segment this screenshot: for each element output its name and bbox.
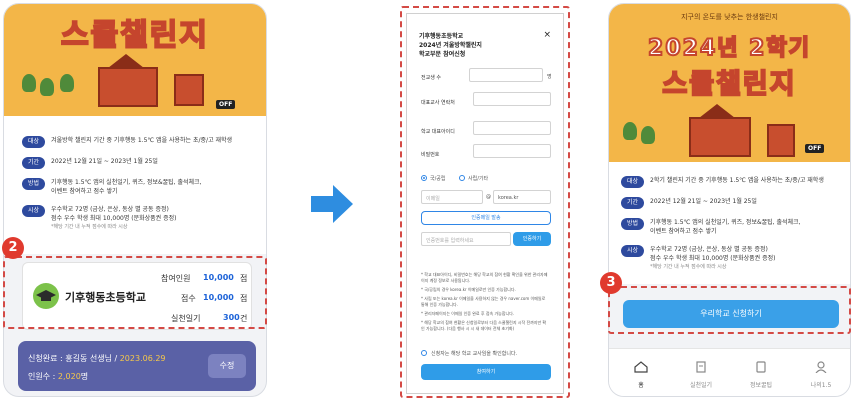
application-complete-box: 신청완료 : 홍길동 선생님 / 2023.06.29 인원수 : 2,020명… <box>18 341 256 391</box>
count-value: 2,020 <box>57 372 81 381</box>
off-label: OFF <box>216 100 236 109</box>
phone-screen-right: 지구의 온도를 낮추는 한생챌린지 2024년 2학기 스쿨챌린지 OFF 대상… <box>608 3 851 397</box>
highlight-apply-button <box>608 286 851 334</box>
info-line: 기후행동 1.5℃ 앱의 실천일기, 퀴즈, 정보&꿀팁, 출석체크, <box>51 179 202 186</box>
info-line: 점수 우수 학생 최대 10,000명 (문화상품권 증정) <box>51 215 177 222</box>
tag-method: 방법 <box>621 218 645 230</box>
info-row-period: 기간 2022년 12월 21일 ~ 2023년 1월 25일 <box>621 197 846 209</box>
tag-target: 대상 <box>621 176 645 188</box>
school-building-illustration <box>689 117 751 157</box>
info-note: *해당 기간 내 누적 점수에 따라 시상 <box>51 224 128 230</box>
banner-year: 2024년 2학기 <box>647 35 811 62</box>
tree-illustration <box>60 74 74 92</box>
diary-icon <box>696 361 706 373</box>
info-row-method: 방법 기후행동 1.5℃ 앱의 실천일기, 퀴즈, 정보&꿀팁, 출석체크, 이… <box>22 178 258 196</box>
challenge-banner: 스쿨챌린지 OFF <box>4 4 266 116</box>
step-badge-3: 3 <box>600 272 622 294</box>
member-count: 인원수 : 2,020명 <box>28 371 88 382</box>
info-text: 2022년 12월 21일 ~ 2023년 1월 25일 <box>650 198 757 205</box>
bottom-tab-bar: 홈 실천일기 정보꿀팁 나의1.5 <box>609 348 850 396</box>
challenge-info: 대상 2학기 챌린지 기간 중 기후행동 1.5℃ 앱을 사용하는 초/중/고 … <box>609 162 850 284</box>
tab-label: 실천일기 <box>689 382 713 389</box>
tree-illustration <box>641 126 655 144</box>
step-badge-2: 2 <box>2 237 24 259</box>
tab-home[interactable]: 홈 <box>611 349 671 389</box>
count-label: 인원수 : <box>28 372 56 381</box>
applicant-info: 신청완료 : 홍길동 선생님 / 2023.06.29 <box>28 353 166 364</box>
school-building-illustration <box>174 74 204 106</box>
info-row-award: 시상 우수학교 72명 (금상, 은상, 동상 별 공동 증정) 점수 우수 학… <box>621 245 846 272</box>
banner-subtitle: 지구의 온도를 낮추는 한생챌린지 <box>681 13 778 21</box>
tree-illustration <box>40 78 54 96</box>
info-text: 우수학교 72명 (금상, 은상, 동상 별 공동 증정) 점수 우수 학생 최… <box>650 245 775 272</box>
info-text: 기후행동 1.5℃ 앱의 실천일기, 퀴즈, 정보&꿀팁, 출석체크, 이벤트 … <box>51 178 201 196</box>
edit-button[interactable]: 수정 <box>208 354 246 378</box>
applicant-prefix: 신청완료 : 홍길동 선생님 / <box>28 354 118 363</box>
info-line: 점수 우수 학생 최대 10,000명 (문화상품권 증정) <box>650 255 776 262</box>
tab-label: 정보꿀팁 <box>749 382 773 389</box>
tag-period: 기간 <box>621 197 645 209</box>
person-icon <box>815 361 827 374</box>
info-line: 기후행동 1.5℃ 앱의 실천일기, 퀴즈, 정보&꿀팁, 출석체크, <box>650 219 801 226</box>
tab-label: 나의1.5 <box>810 382 832 389</box>
banner-title: 스쿨챌린지 <box>661 68 797 101</box>
info-line: 우수학교 72명 (금상, 은상, 동상 별 공동 증정) <box>650 246 768 253</box>
tab-diary[interactable]: 실천일기 <box>671 349 731 389</box>
count-unit: 명 <box>80 372 89 381</box>
phone-screen-left: 스쿨챌린지 OFF 대상 겨울방학 챌린지 기간 중 기후행동 1.5℃ 앱을 … <box>3 3 267 397</box>
off-label: OFF <box>805 144 825 153</box>
info-text: 겨울방학 챌린지 기간 중 기후행동 1.5℃ 앱을 사용하는 초/중/고 재학… <box>51 137 233 144</box>
info-text: 우수학교 72명 (금상, 은상, 동상 별 공동 증정) 점수 우수 학생 최… <box>51 205 176 232</box>
info-text: 기후행동 1.5℃ 앱의 실천일기, 퀴즈, 정보&꿀팁, 출석체크, 이벤트 … <box>650 218 800 236</box>
info-line: 우수학교 72명 (금상, 은상, 동상 별 공동 증정) <box>51 206 169 213</box>
school-building-illustration <box>98 67 158 107</box>
info-line: 이벤트 참여하고 점수 쌓기 <box>51 188 118 195</box>
tag-award: 시상 <box>621 245 645 257</box>
school-roof-illustration <box>108 54 144 68</box>
banner-title: 스쿨챌린지 <box>60 17 209 54</box>
info-line: 이벤트 참여하고 점수 쌓기 <box>650 228 717 235</box>
tips-icon <box>756 361 766 373</box>
tag-target: 대상 <box>22 136 46 148</box>
tree-illustration <box>623 122 637 140</box>
home-icon <box>634 361 648 373</box>
school-building-illustration <box>767 124 795 157</box>
info-row-award: 시상 우수학교 72명 (금상, 은상, 동상 별 공동 증정) 점수 우수 학… <box>22 205 258 232</box>
info-row-target: 대상 2학기 챌린지 기간 중 기후행동 1.5℃ 앱을 사용하는 초/중/고 … <box>621 176 846 188</box>
info-note: *해당 기간 내 누적 점수에 따라 시상 <box>650 264 727 270</box>
info-text: 2학기 챌린지 기간 중 기후행동 1.5℃ 앱을 사용하는 초/중/고 재학생 <box>650 177 824 184</box>
info-text: 2022년 12월 21일 ~ 2023년 1월 25일 <box>51 158 158 165</box>
tag-period: 기간 <box>22 157 46 169</box>
info-row-target: 대상 겨울방학 챌린지 기간 중 기후행동 1.5℃ 앱을 사용하는 초/중/고… <box>22 136 258 148</box>
tab-tips[interactable]: 정보꿀팁 <box>731 349 791 389</box>
tree-illustration <box>22 74 36 92</box>
challenge-info: 대상 겨울방학 챌린지 기간 중 기후행동 1.5℃ 앱을 사용하는 초/중/고… <box>4 116 266 254</box>
info-row-method: 방법 기후행동 1.5℃ 앱의 실천일기, 퀴즈, 정보&꿀팁, 출석체크, 이… <box>621 218 846 236</box>
arrow-right-icon <box>311 185 353 223</box>
tab-label: 홈 <box>638 382 644 389</box>
info-row-period: 기간 2022년 12월 21일 ~ 2023년 1월 25일 <box>22 157 258 169</box>
school-roof-illustration <box>699 104 735 118</box>
highlight-modal <box>400 6 570 398</box>
applied-date: 2023.06.29 <box>119 354 166 363</box>
tag-method: 방법 <box>22 178 46 190</box>
challenge-banner: 지구의 온도를 낮추는 한생챌린지 2024년 2학기 스쿨챌린지 OFF <box>609 4 850 162</box>
tag-award: 시상 <box>22 205 46 217</box>
tab-my[interactable]: 나의1.5 <box>791 349 850 389</box>
highlight-school-card <box>3 256 267 329</box>
